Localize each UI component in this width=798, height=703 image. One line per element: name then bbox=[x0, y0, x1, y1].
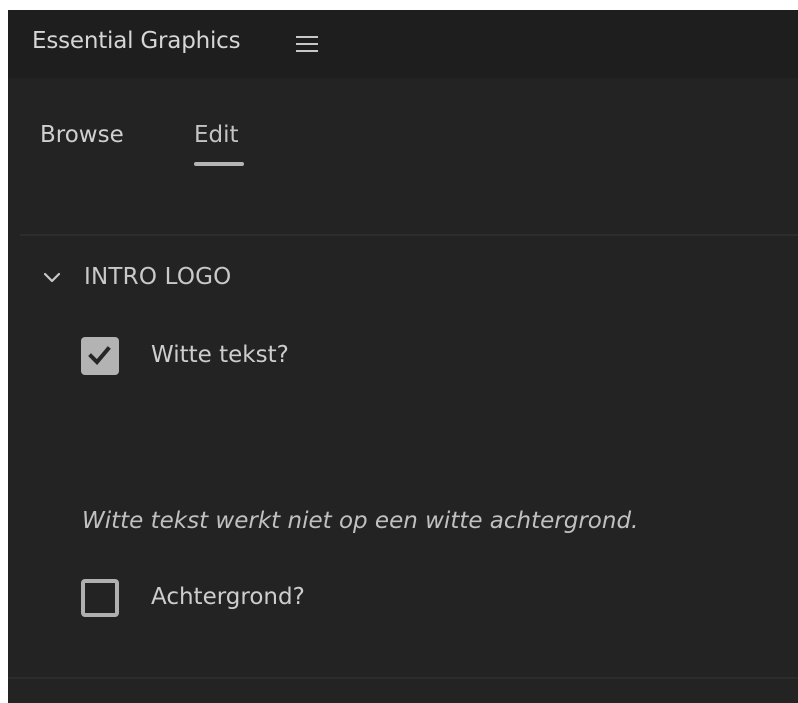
witte-tekst-label[interactable]: Witte tekst? bbox=[151, 342, 289, 368]
checkmark-icon bbox=[88, 346, 111, 365]
achtergrond-label[interactable]: Achtergrond? bbox=[151, 584, 305, 610]
section-title[interactable]: INTRO LOGO bbox=[84, 264, 231, 290]
essential-graphics-panel: Essential Graphics Browse Edit INTRO LOG… bbox=[8, 10, 798, 703]
helper-note: Witte tekst werkt niet op een witte acht… bbox=[82, 508, 639, 534]
hamburger-menu-icon[interactable] bbox=[296, 36, 318, 52]
chevron-down-icon[interactable] bbox=[42, 269, 62, 287]
achtergrond-checkbox[interactable] bbox=[81, 579, 119, 617]
section-divider bbox=[20, 234, 798, 236]
tab-edit[interactable]: Edit bbox=[194, 122, 239, 148]
panel-title: Essential Graphics bbox=[32, 28, 241, 54]
panel-header: Essential Graphics bbox=[8, 10, 798, 78]
bottom-divider bbox=[8, 677, 798, 679]
witte-tekst-checkbox[interactable] bbox=[81, 337, 119, 375]
tab-browse[interactable]: Browse bbox=[40, 122, 124, 148]
active-tab-indicator bbox=[194, 162, 244, 166]
